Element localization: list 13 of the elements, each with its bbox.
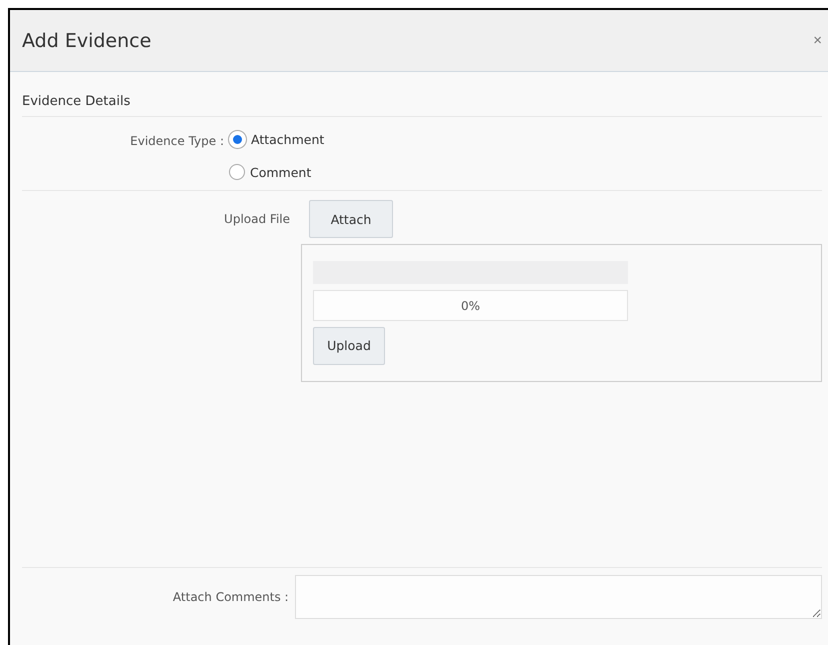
field-label: Attach Comments : (172, 590, 290, 604)
radio-button[interactable] (229, 164, 245, 180)
attach-button[interactable]: Attach (309, 200, 393, 238)
window-title: Add Evidence (22, 30, 152, 52)
field-label: Upload File (223, 212, 291, 226)
comments-field[interactable] (294, 575, 822, 619)
section-title: Evidence Details (22, 72, 822, 117)
radio-label: Comment (250, 164, 312, 180)
radio-label: Attachment (251, 132, 324, 147)
upload-button[interactable]: Upload (313, 326, 385, 365)
close-button[interactable]: × (811, 32, 824, 49)
progress-reading: 0% (313, 290, 628, 321)
field-label: Evidence Type : (129, 133, 225, 150)
